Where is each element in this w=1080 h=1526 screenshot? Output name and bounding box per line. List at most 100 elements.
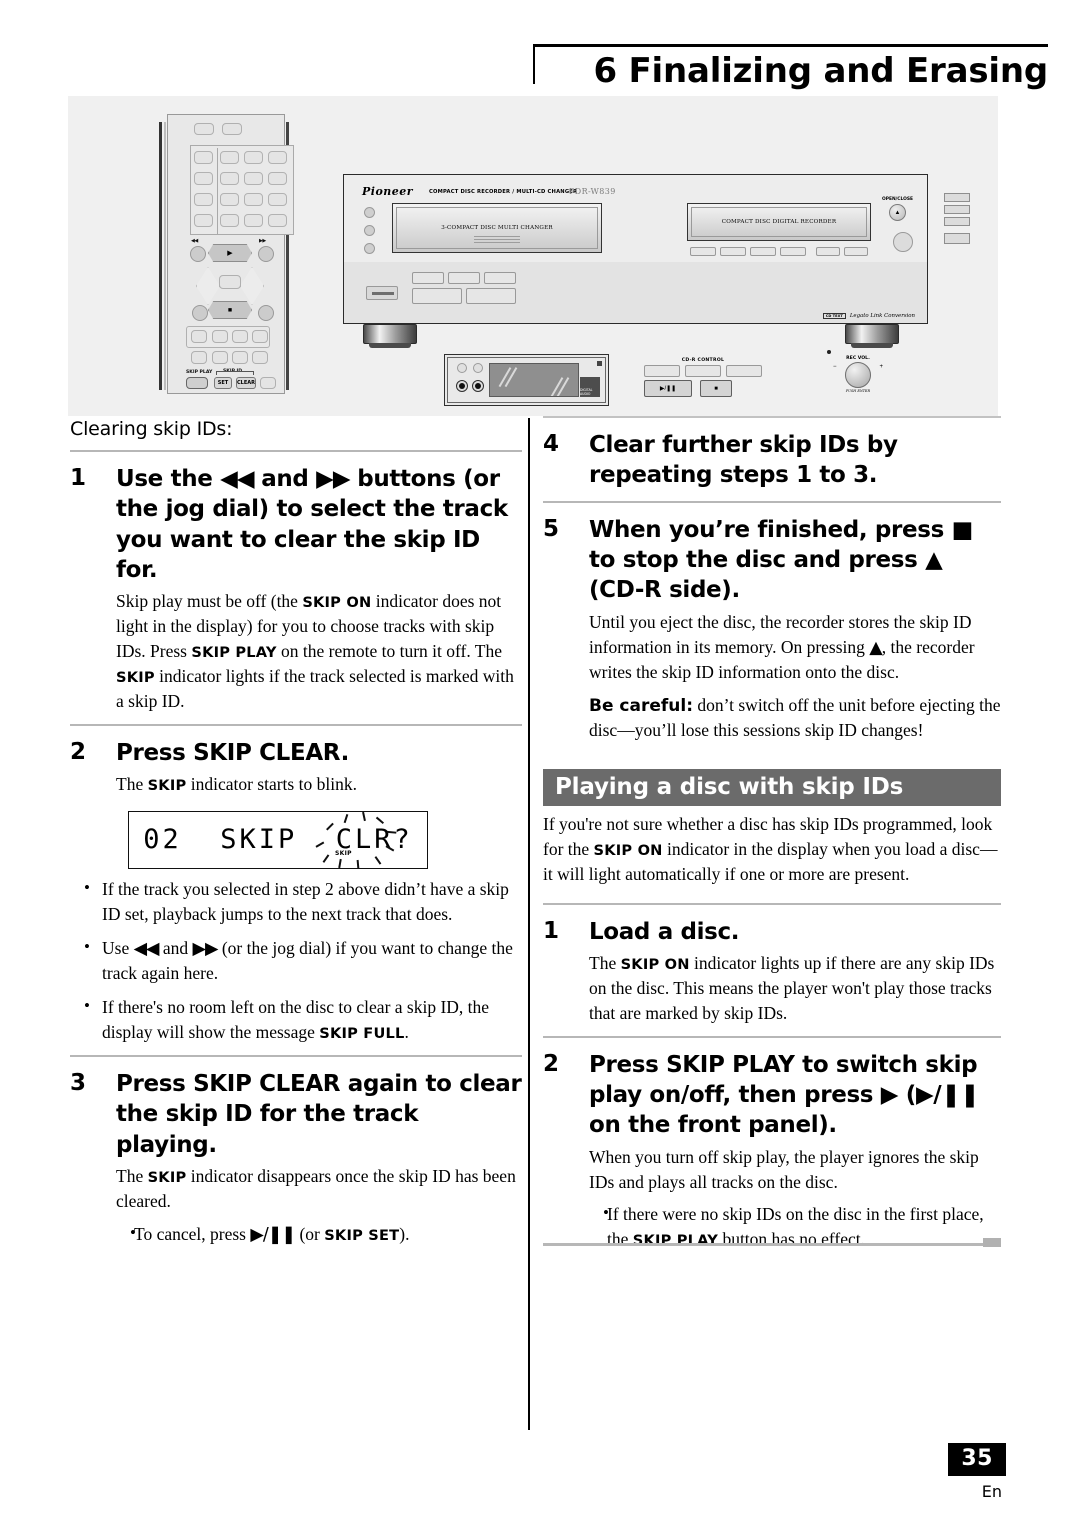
bullet-text-a: If there's no room left on the disc to c… (102, 997, 490, 1043)
headphone-jack (456, 380, 468, 392)
step-1-number: 1 (70, 465, 87, 491)
play-step-1-heading: Load a disc. (589, 918, 740, 945)
remote-next-button (258, 246, 274, 262)
bullet-text: If the track you selected in step 2 abov… (102, 878, 509, 924)
keypad-key (220, 172, 239, 185)
play-icon: ▶ (880, 1082, 899, 1109)
step-3-bullets: To cancel, press ▶/❚❚ (or SKIP SET). (116, 1221, 522, 1248)
remote-lower-key (252, 351, 268, 364)
remote-stop-button: ■ (208, 301, 252, 319)
eject-icon: ▲ (889, 204, 906, 221)
right-column: 4 Clear further skip IDs by repeating st… (543, 416, 1001, 1263)
unit-model-number: PDR-W839 (569, 187, 616, 196)
remote-side-button-left (192, 305, 208, 321)
product-illustration: ◀◀ ▶▶ ▶ ■ SKIP PLAY SKIP ID SET CLEAR Pi… (68, 96, 998, 416)
unit-display-bezel: DIGITAL AUDIO (444, 354, 609, 406)
step-2: 2 Press SKIP CLEAR. The SKIP indicator s… (70, 738, 522, 797)
step-1-heading: Use the ◀◀ and ▶▶ buttons (or the jog di… (116, 464, 522, 585)
changer-tray-grille (474, 236, 520, 245)
unit-slot (366, 286, 398, 300)
rec-indicator-dot (827, 350, 831, 354)
skip-full-term: SKIP FULL (319, 1025, 405, 1043)
legato-link-mark: CD TEXT Legato Link Conversion (822, 313, 915, 319)
remote-keypad (190, 145, 294, 235)
step-5-head-b: to stop the disc and press (589, 547, 926, 574)
unit-function-button (690, 247, 716, 256)
play-pause-button: ▶/❚❚ (644, 380, 692, 397)
section-intro: If you're not sure whether a disc has sk… (543, 812, 1001, 887)
step-3: 3 Press SKIP CLEAR again to clear the sk… (70, 1069, 522, 1257)
recorder-tray-label: COMPACT DISC DIGITAL RECORDER (721, 219, 837, 225)
remote-lower-key (252, 330, 268, 343)
section-rule (70, 1054, 522, 1057)
play-step-1-body: The SKIP ON indicator lights up if there… (589, 951, 1001, 1026)
remote-lower-key (191, 351, 207, 364)
remote-play-button: ▶ (208, 244, 252, 262)
cdr-control-label: CD-R CONTROL (681, 358, 725, 363)
stop-icon: ■ (951, 516, 974, 543)
remote-body: ◀◀ ▶▶ ▶ ■ SKIP PLAY SKIP ID SET CLEAR (167, 114, 294, 394)
unit-round-button-2 (364, 225, 375, 236)
unit-lower-wide-button (466, 288, 516, 304)
unit-tab-button (944, 233, 970, 244)
unit-lower-button (412, 272, 444, 284)
unit-tab-button (944, 205, 970, 214)
keypad-key (194, 151, 213, 164)
step-1: 1 Use the ◀◀ and ▶▶ buttons (or the jog … (70, 464, 522, 714)
bullet-item: To cancel, press ▶/❚❚ (or SKIP SET). (116, 1221, 522, 1248)
changer-tray-label: 3-COMPACT DISC MULTI CHANGER (441, 225, 553, 231)
unit-function-button (750, 247, 776, 256)
be-careful-label: Be careful: (589, 696, 693, 717)
open-close-control: OPEN/CLOSE ▲ (882, 197, 913, 221)
remote-left-edge-highlight (164, 122, 166, 390)
unit-display-dot (597, 361, 602, 366)
unit-foot-left-shadow (369, 343, 411, 348)
header-left-tick (533, 44, 535, 84)
bullet-item: If there's no room left on the disc to c… (70, 994, 522, 1045)
keypad-key (244, 172, 263, 185)
bullet-text-c: ). (399, 1223, 410, 1244)
unit-tab-button (944, 193, 970, 202)
unit-function-button (816, 247, 840, 256)
rec-vol-plus: + (879, 364, 883, 370)
keypad-key (244, 214, 263, 227)
play-step-1: 1 Load a disc. The SKIP ON indicator lig… (543, 917, 1001, 1026)
bullet-text-b: . (404, 1022, 409, 1043)
unit-round-button-3 (364, 243, 375, 254)
remote-skip-set-button: SET (214, 377, 232, 389)
remote-lower-key (232, 330, 248, 343)
readout-track-number: 02 (143, 824, 182, 856)
remote-next-icon: ▶▶ (259, 238, 266, 244)
remote-left-edge (159, 122, 162, 390)
forward-icon: ▶▶ (316, 466, 350, 492)
cd-text-badge: CD TEXT (822, 313, 846, 319)
bullet-item: If the track you selected in step 2 abov… (70, 876, 522, 927)
remote-side-button-right (258, 305, 274, 321)
skip-term: SKIP (147, 777, 187, 795)
recorder-disc-tray: COMPACT DISC DIGITAL RECORDER (687, 203, 871, 241)
recorder-unit-illustration: Pioneer COMPACT DISC RECORDER / MULTI-CD… (343, 174, 970, 406)
pioneer-logo: Pioneer (362, 185, 414, 198)
step-2-number: 2 (70, 738, 87, 765)
forward-icon: ▶▶ (192, 938, 219, 959)
unit-lower-button (484, 272, 516, 284)
page-header: 6 Finalizing and Erasing (533, 44, 1048, 90)
section-rule (543, 902, 1001, 905)
step-3-body: The SKIP indicator disappears once the s… (116, 1164, 522, 1214)
mic-jack (472, 380, 484, 392)
keypad-key (220, 214, 239, 227)
step-1-body: Skip play must be off (the SKIP ON indic… (116, 589, 522, 713)
remote-lower-key (212, 330, 228, 343)
open-close-label: OPEN/CLOSE (882, 197, 913, 202)
unit-subtitle: COMPACT DISC RECORDER / MULTI-CD CHANGER (429, 189, 578, 195)
unit-foot-right (845, 324, 899, 344)
remote-skip-id-bracket (216, 371, 254, 375)
step-1-body-a: Skip play must be off (the (116, 591, 303, 612)
unit-foot-right-shadow (851, 343, 893, 348)
step-5-caution: Be careful: don’t switch off the unit be… (589, 693, 1001, 743)
cdr-control-button (644, 365, 680, 377)
compact-disc-logo: DIGITAL AUDIO (580, 377, 600, 397)
step-3-number: 3 (70, 1069, 87, 1096)
unit-foot-left (363, 324, 417, 344)
step-5-heading: When you’re finished, press ■ to stop th… (589, 515, 1001, 606)
